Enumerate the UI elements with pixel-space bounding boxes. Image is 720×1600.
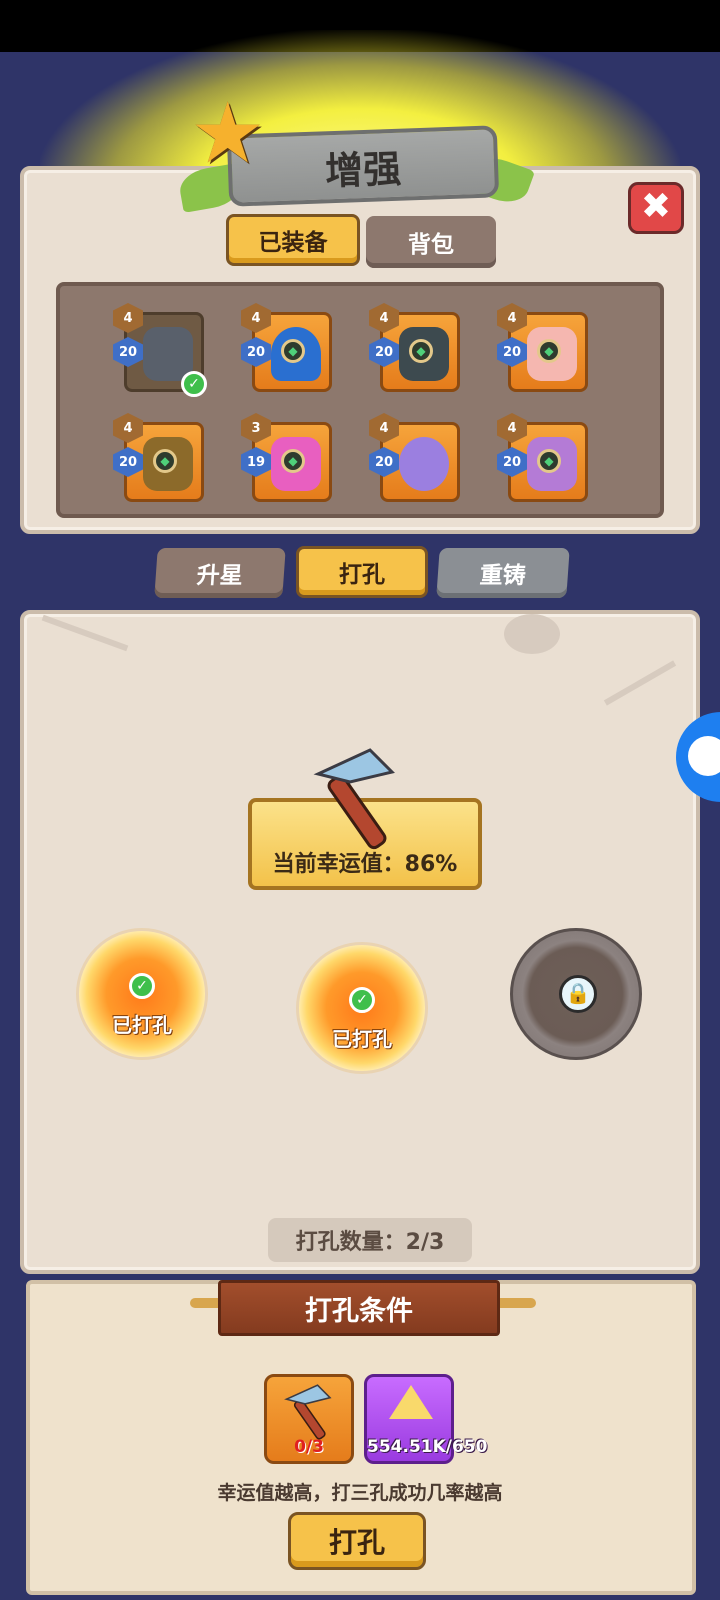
equipment-slot-2[interactable]: ◆ 4 20 bbox=[241, 303, 332, 392]
equipment-slot-8[interactable]: ◆ 4 20 bbox=[497, 413, 588, 502]
check-icon: ✓ bbox=[349, 987, 375, 1013]
level-badge: 20 bbox=[113, 447, 143, 477]
star-badge: 3 bbox=[241, 413, 271, 443]
star-badge: 4 bbox=[241, 303, 271, 333]
hint-text: 幸运值越高，打三孔成功几率越高 bbox=[217, 1482, 503, 1504]
equipment-slot-4[interactable]: ◆ 4 20 bbox=[497, 303, 588, 392]
tab-star-up[interactable]: 升星 bbox=[154, 548, 286, 598]
gem-socket-icon: ◆ bbox=[153, 449, 177, 473]
pickaxe-amount: 0/3 bbox=[294, 1437, 324, 1457]
crystal-icon bbox=[389, 1385, 433, 1419]
equipped-check-icon: ✓ bbox=[181, 371, 207, 397]
gem-socket-icon: ◆ bbox=[281, 339, 305, 363]
level-badge: 20 bbox=[369, 447, 399, 477]
equipment-slot-7[interactable]: 4 20 bbox=[369, 413, 460, 502]
tab-equipped[interactable]: 已装备 bbox=[226, 214, 360, 266]
gem-socket-icon: ◆ bbox=[409, 339, 433, 363]
star-badge: 4 bbox=[113, 303, 143, 333]
equipment-slot-3[interactable]: ◆ 4 20 bbox=[369, 303, 460, 392]
gem-socket-icon: ◆ bbox=[537, 449, 561, 473]
equipment-slot-6[interactable]: ◆ 3 19 bbox=[241, 413, 332, 502]
level-badge: 20 bbox=[497, 337, 527, 367]
socket-hole-1[interactable]: ✓ 已打孔 bbox=[76, 928, 208, 1060]
level-badge: 19 bbox=[241, 447, 271, 477]
close-button[interactable]: ✖ bbox=[628, 182, 684, 234]
requirements-title: 打孔条件 bbox=[218, 1280, 500, 1336]
lock-icon: 🔒 bbox=[559, 975, 597, 1013]
socket-status: 已打孔 bbox=[112, 1013, 172, 1037]
socket-hole-2[interactable]: ✓ 已打孔 bbox=[296, 942, 428, 1074]
level-badge: 20 bbox=[241, 337, 271, 367]
star-badge: 4 bbox=[113, 413, 143, 443]
star-badge: 4 bbox=[369, 303, 399, 333]
crystal-requirement[interactable]: 554.51K/650 bbox=[364, 1374, 488, 1464]
equipment-slot-1[interactable]: 4 20 ✓ bbox=[113, 303, 207, 397]
check-icon: ✓ bbox=[129, 973, 155, 999]
star-icon: ★ bbox=[190, 84, 266, 182]
socket-hole-3[interactable]: 🔒 bbox=[510, 928, 642, 1060]
tab-socket[interactable]: 打孔 bbox=[296, 546, 428, 598]
crystal-amount: 554.51K/650 bbox=[367, 1437, 488, 1457]
star-badge: 4 bbox=[497, 303, 527, 333]
socket-status: 已打孔 bbox=[332, 1027, 392, 1051]
tab-backpack[interactable]: 背包 bbox=[366, 216, 496, 268]
ring-icon bbox=[399, 437, 449, 491]
pickaxe-requirement[interactable]: 0/3 bbox=[264, 1374, 354, 1464]
pickaxe-icon bbox=[313, 748, 395, 850]
level-badge: 20 bbox=[369, 337, 399, 367]
socket-button[interactable]: 打孔 bbox=[288, 1512, 426, 1570]
level-badge: 20 bbox=[113, 337, 143, 367]
socket-count: 打孔数量：2/3 bbox=[268, 1218, 472, 1262]
star-badge: 4 bbox=[369, 413, 399, 443]
tab-reforge[interactable]: 重铸 bbox=[436, 548, 570, 598]
gem-socket-icon: ◆ bbox=[537, 339, 561, 363]
close-icon: ✖ bbox=[640, 186, 672, 227]
equipment-grid: 4 20 ✓ ◆ 4 20 ◆ 4 20 ◆ 4 20 ◆ 4 20 ◆ 3 1… bbox=[56, 282, 664, 518]
decorative-stone bbox=[504, 614, 560, 654]
equipment-slot-5[interactable]: ◆ 4 20 bbox=[113, 413, 204, 502]
star-badge: 4 bbox=[497, 413, 527, 443]
gem-socket-icon: ◆ bbox=[281, 449, 305, 473]
level-badge: 20 bbox=[497, 447, 527, 477]
gamepad-icon bbox=[688, 736, 720, 776]
